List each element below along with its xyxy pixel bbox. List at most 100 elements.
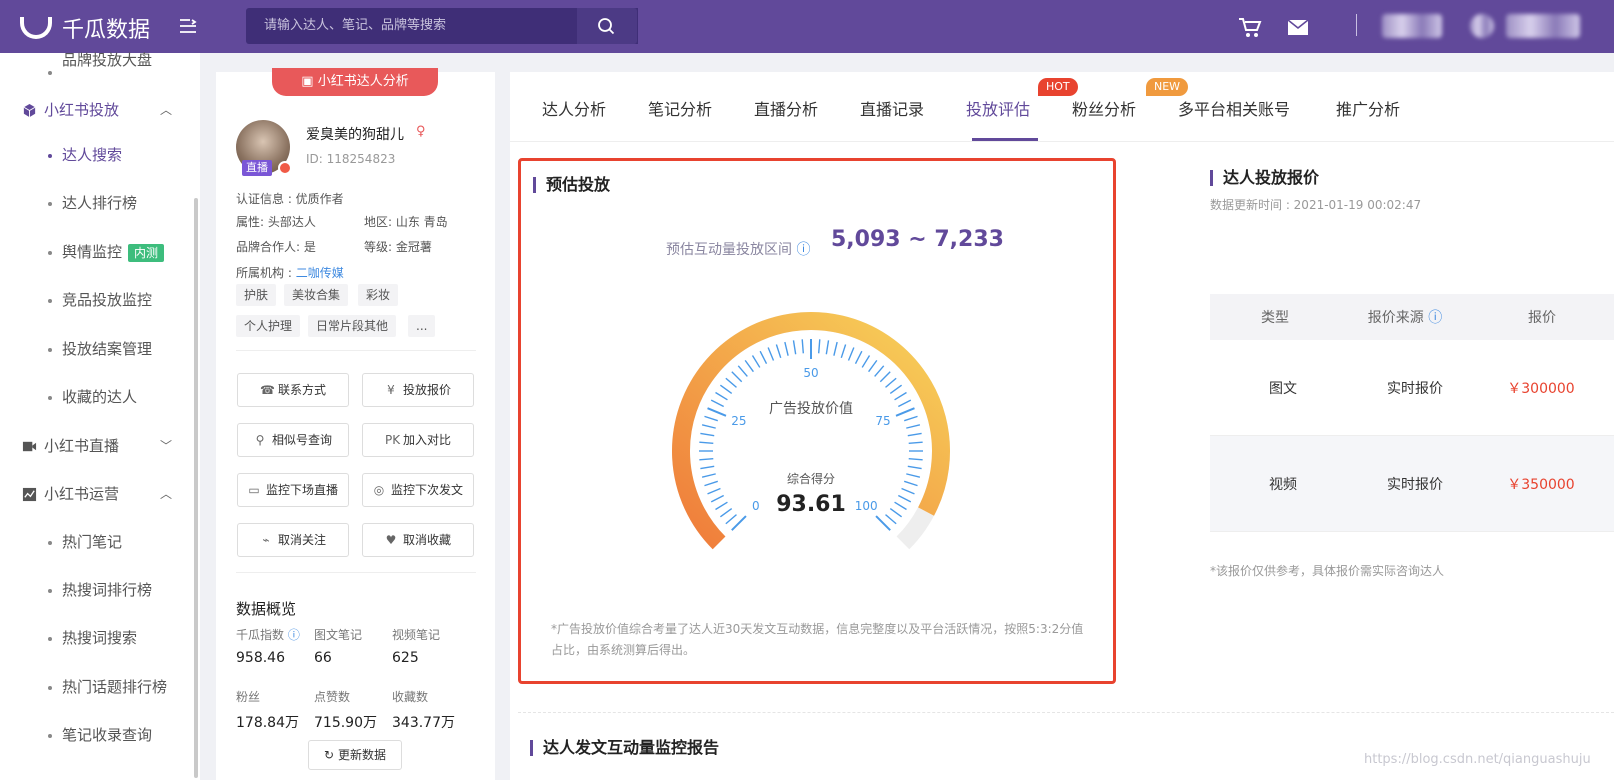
- pk-icon: PK: [384, 433, 401, 447]
- sidebar-item-hot-notes[interactable]: 热门笔记: [0, 523, 190, 561]
- sidebar-item-talent-search[interactable]: 达人搜索: [0, 136, 190, 174]
- refresh-button[interactable]: ↻ 更新数据: [308, 740, 402, 770]
- gauge-tick: [907, 432, 922, 437]
- stat-label: 点赞数: [314, 690, 351, 704]
- tag-more-chip[interactable]: ...: [408, 315, 436, 337]
- watermark: https://blog.csdn.net/qianguashuju: [1364, 752, 1591, 767]
- sidebar-item-hot-keywords-rank[interactable]: 热搜词排行榜: [0, 571, 190, 609]
- help-icon[interactable]: ⓘ: [1428, 307, 1442, 327]
- tab-promotion-analysis[interactable]: 推广分析: [1336, 96, 1400, 120]
- account-info-blurred[interactable]: [1382, 14, 1442, 38]
- tab-fans-analysis[interactable]: 粉丝分析: [1072, 96, 1136, 120]
- range-value: 5,093 ~ 7,233: [831, 227, 1004, 252]
- cell-price: ￥350000: [1507, 476, 1575, 493]
- tab-ad-evaluation[interactable]: 投放评估: [966, 96, 1030, 120]
- sidebar-item-favorites[interactable]: 收藏的达人: [0, 378, 190, 416]
- section-divider: [518, 712, 1614, 713]
- gauge-tick: [894, 391, 907, 401]
- sidebar-group-xhs-ops[interactable]: 小红书运营 ︿: [0, 475, 190, 513]
- tab-talent-analysis[interactable]: 达人分析: [542, 96, 606, 120]
- logo[interactable]: 千瓜数据: [20, 12, 150, 44]
- tab-multi-platform[interactable]: 多平台相关账号: [1178, 96, 1290, 120]
- gauge-tick: [710, 494, 724, 503]
- org-link[interactable]: 二咖传媒: [296, 266, 344, 280]
- monitor-report-title: 达人发文互动量监控报告: [530, 740, 719, 756]
- similar-search-button[interactable]: ⚲ 相似号查询: [237, 423, 349, 457]
- tag-chip[interactable]: 彩妆: [358, 284, 399, 306]
- contact-button[interactable]: ☎ 联系方式: [237, 373, 349, 407]
- add-compare-button[interactable]: PK 加入对比: [362, 423, 474, 457]
- table-row: 视频 实时报价 ￥350000: [1210, 436, 1614, 532]
- follow-icon: ⌁: [262, 533, 270, 547]
- gauge-tick: [908, 441, 923, 445]
- verified-icon: [278, 161, 292, 175]
- estimate-title: 预估投放: [533, 177, 610, 193]
- gauge-tick: [898, 399, 912, 408]
- sidebar-scrollbar[interactable]: [194, 198, 198, 778]
- sidebar-group-xhs-live[interactable]: 小红书直播 ﹀: [0, 427, 190, 465]
- chart-icon: [22, 487, 37, 502]
- cell-source: 实时报价: [1387, 476, 1443, 493]
- tag-chip[interactable]: 个人护理: [236, 315, 301, 337]
- help-icon[interactable]: ⓘ: [288, 628, 300, 642]
- sidebar: 品牌投放大盘 小红书投放 ︿ 达人搜索 达人排行榜 舆情监控 内测 竞品投放监控 …: [0, 51, 200, 780]
- quote-note: *该报价仅供参考，具体报价需实际咨询达人: [1210, 564, 1445, 578]
- sidebar-item-talent-ranking[interactable]: 达人排行榜: [0, 184, 190, 222]
- gauge-tick-label: 25: [731, 414, 746, 428]
- monitor-live-button[interactable]: ▭ 监控下场直播: [237, 473, 349, 507]
- tag-chip[interactable]: 日常片段其他: [308, 315, 397, 337]
- chevron-up-icon: ︿: [160, 487, 173, 501]
- score-gauge: 0 25 50 75 100 广告投放价值 综合得分 93.61: [672, 312, 950, 550]
- tab-live-analysis[interactable]: 直播分析: [754, 96, 818, 120]
- sidebar-item-hot-keywords-search[interactable]: 热搜词搜索: [0, 619, 190, 657]
- logo-text: 千瓜数据: [62, 18, 151, 43]
- gauge-tick: [840, 344, 847, 359]
- gauge-tick: [715, 501, 728, 511]
- quote-table-header: 类型 报价来源 ⓘ 报价: [1210, 294, 1614, 340]
- sidebar-item-brand-dashboard[interactable]: 品牌投放大盘: [0, 51, 190, 91]
- stat-label: 视频笔记: [392, 628, 441, 642]
- sidebar-item-note-index[interactable]: 笔记收录查询: [0, 716, 190, 754]
- cell-type: 视频: [1269, 476, 1297, 493]
- gauge-tick: [759, 350, 768, 364]
- gauge-tick: [898, 494, 912, 503]
- cart-icon[interactable]: [1238, 16, 1262, 38]
- sidebar-group-xhs-ads[interactable]: 小红书投放 ︿: [0, 91, 190, 129]
- search-button[interactable]: [577, 8, 637, 44]
- col-source: 报价来源 ⓘ: [1340, 294, 1470, 340]
- new-badge: NEW: [1146, 78, 1189, 96]
- unfollow-button[interactable]: ⌁ 取消关注: [237, 523, 349, 557]
- tag-chip[interactable]: 美妆合集: [284, 284, 349, 306]
- talent-id: ID: 118254823: [306, 152, 396, 166]
- gauge-tick: [875, 515, 891, 531]
- sidebar-item-hot-topics[interactable]: 热门话题排行榜: [0, 668, 190, 706]
- gauge-tick: [707, 407, 727, 417]
- monitor-post-button[interactable]: ◎ 监控下次发文: [362, 473, 474, 507]
- menu-toggle-icon[interactable]: [178, 16, 198, 36]
- gauge-tick: [901, 487, 915, 495]
- ad-quote-button[interactable]: ¥ 投放报价: [362, 373, 474, 407]
- estimate-footnote: *广告投放价值综合考量了达人近30天发文互动数据，信息完整度以及平台活跃情况，按…: [551, 622, 1084, 657]
- mail-icon[interactable]: [1286, 16, 1310, 38]
- search-icon: ⚲: [255, 433, 265, 447]
- stat-value: 625: [392, 650, 419, 666]
- sidebar-item-sentiment[interactable]: 舆情监控 内测: [0, 233, 190, 271]
- unfavorite-button[interactable]: ♥ 取消收藏: [362, 523, 474, 557]
- table-row: 图文 实时报价 ￥300000: [1210, 340, 1614, 436]
- sidebar-item-campaign-report[interactable]: 投放结案管理: [0, 330, 190, 368]
- topbar-divider: [1356, 14, 1357, 36]
- gauge-tick: [894, 501, 907, 511]
- overview-title: 数据概览: [236, 600, 297, 618]
- main-panel: 达人分析 笔记分析 直播分析 直播记录 投放评估 HOT 粉丝分析 NEW 多平…: [510, 72, 1614, 780]
- username-blurred[interactable]: [1506, 14, 1580, 38]
- sidebar-item-competitor[interactable]: 竞品投放监控: [0, 281, 190, 319]
- avatar[interactable]: [1470, 14, 1494, 38]
- estimate-panel: 预估投放 预估互动量投放区间 ⓘ 5,093 ~ 7,233 0 25 50 75 10…: [518, 158, 1116, 684]
- tag-chip[interactable]: 护肤: [236, 284, 277, 306]
- tab-note-analysis[interactable]: 笔记分析: [648, 96, 712, 120]
- gauge-center-label: 广告投放价值: [769, 401, 853, 417]
- help-icon[interactable]: ⓘ: [796, 242, 810, 258]
- stat-label: 收藏数: [392, 690, 429, 704]
- tab-live-records[interactable]: 直播记录: [860, 96, 924, 120]
- gauge-tick: [715, 391, 728, 401]
